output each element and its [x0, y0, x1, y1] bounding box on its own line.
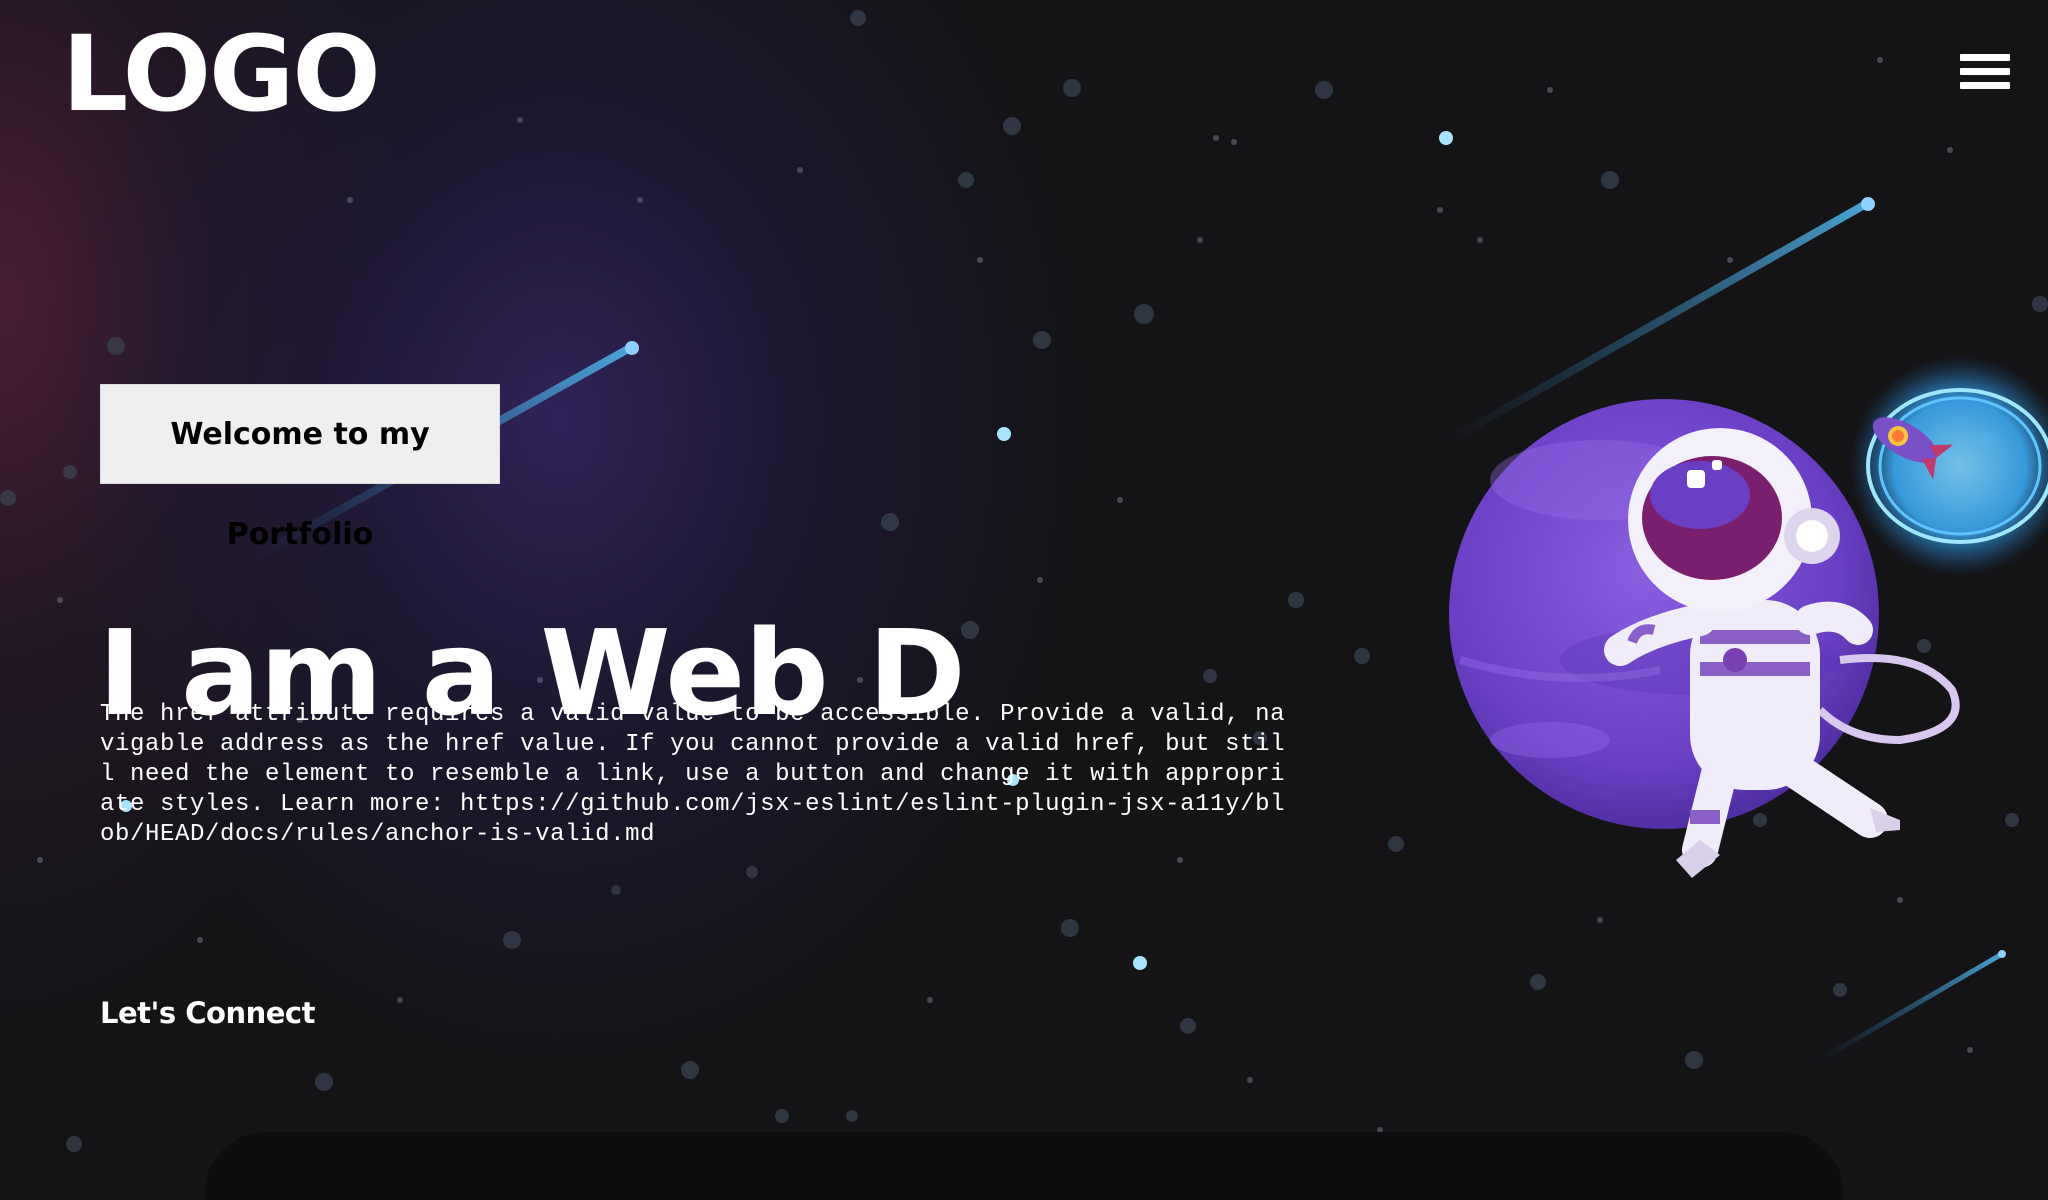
- menu-bar-top: [1960, 54, 2010, 61]
- welcome-tagline: Welcome to my Portfolio: [100, 384, 500, 552]
- menu-bar-middle: [1960, 68, 2010, 75]
- astronaut-illustration: [1449, 356, 2048, 878]
- site-logo[interactable]: LOGO: [62, 22, 381, 126]
- lets-connect-button[interactable]: Let's Connect: [100, 996, 315, 1030]
- hero-description: The href attribute requires a valid valu…: [100, 701, 1286, 848]
- portfolio-page: LOGO Welcome to my Portfolio I am a Web …: [0, 0, 2048, 1200]
- menu-bar-bottom: [1960, 82, 2010, 89]
- hamburger-menu-icon[interactable]: [1960, 54, 2010, 90]
- bottom-panel: [205, 1132, 1843, 1200]
- portal-icon: [1850, 356, 2048, 576]
